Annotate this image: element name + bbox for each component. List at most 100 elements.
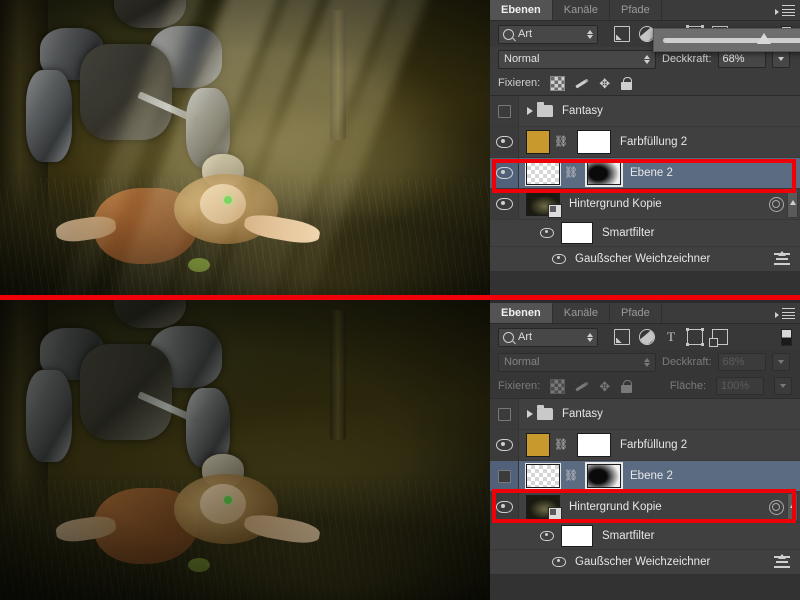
pixel-layer-filter-icon[interactable] bbox=[614, 329, 630, 345]
smart-filter-indicator-icon[interactable] bbox=[769, 196, 784, 212]
smart-filter-label: Smartfilter bbox=[602, 227, 655, 239]
filter-kind-select[interactable]: Art bbox=[498, 24, 598, 44]
smart-filter-indicator-icon[interactable] bbox=[769, 499, 784, 515]
shape-layer-filter-icon[interactable] bbox=[686, 328, 704, 346]
opacity-slider-popup[interactable] bbox=[653, 28, 800, 52]
layer-mask-thumbnail[interactable] bbox=[585, 159, 623, 187]
lock-label: Fixieren: bbox=[498, 380, 541, 392]
fill-label: Fläche: bbox=[669, 380, 706, 392]
type-layer-filter-icon[interactable]: T bbox=[664, 330, 678, 344]
adjustment-layer-filter-icon[interactable] bbox=[639, 329, 655, 345]
filter-toggle-switch[interactable] bbox=[781, 328, 792, 346]
fill-color-thumbnail[interactable] bbox=[526, 433, 550, 457]
eye-icon[interactable] bbox=[552, 254, 566, 264]
eye-icon[interactable] bbox=[540, 228, 554, 238]
eye-icon bbox=[495, 501, 513, 513]
lock-position-icon[interactable]: ✥ bbox=[598, 77, 611, 90]
eye-off-icon bbox=[497, 407, 511, 421]
layer-list-scrollbar[interactable] bbox=[787, 190, 798, 218]
tab-kanaele[interactable]: Kanäle bbox=[552, 303, 610, 323]
lock-transparent-pixels-icon[interactable] bbox=[550, 75, 566, 91]
tab-ebenen[interactable]: Ebenen bbox=[490, 0, 553, 20]
layer-row-farbfuellung-2[interactable]: ⛓ Farbfüllung 2 bbox=[490, 127, 800, 158]
lock-all-icon[interactable] bbox=[621, 76, 633, 90]
red-horizontal-divider bbox=[0, 295, 800, 300]
visibility-toggle-fantasy[interactable] bbox=[490, 96, 519, 126]
smart-filter-header-row[interactable]: Smartfilter bbox=[490, 523, 800, 550]
fill-color-thumbnail[interactable] bbox=[526, 130, 550, 154]
panel-menu-icon[interactable] bbox=[774, 0, 800, 20]
panel-tabbar-bottom: Ebenen Kanäle Pfade bbox=[490, 303, 800, 324]
layer-row-fantasy[interactable]: Fantasy bbox=[490, 96, 800, 127]
smart-filter-name: Gaußscher Weichzeichner bbox=[575, 556, 711, 568]
smart-object-badge-icon bbox=[548, 507, 562, 521]
link-mask-icon[interactable]: ⛓ bbox=[564, 167, 578, 179]
blend-mode-select[interactable]: Normal bbox=[498, 49, 656, 69]
panel-menu-icon[interactable] bbox=[774, 303, 800, 323]
visibility-toggle-farbfuellung-2[interactable] bbox=[490, 127, 519, 157]
layer-row-fantasy[interactable]: Fantasy bbox=[490, 399, 800, 430]
visibility-toggle-hintergrund-kopie[interactable] bbox=[490, 189, 519, 219]
smart-filter-mask-thumbnail[interactable] bbox=[561, 222, 593, 244]
layer-thumbnail[interactable] bbox=[526, 495, 562, 521]
smart-filter-gaussian-row[interactable]: Gaußscher Weichzeichner bbox=[490, 550, 800, 574]
layer-mask-thumbnail[interactable] bbox=[577, 433, 611, 457]
tab-ebenen[interactable]: Ebenen bbox=[490, 303, 553, 323]
smart-filter-mask-thumbnail[interactable] bbox=[561, 525, 593, 547]
layer-thumbnail[interactable] bbox=[525, 160, 561, 186]
opacity-value-field[interactable]: 68% bbox=[717, 50, 766, 68]
chevron-right-icon[interactable] bbox=[527, 410, 533, 418]
layer-row-ebene-2[interactable]: ⛓ Ebene 2 bbox=[490, 158, 800, 189]
smart-filter-header-row[interactable]: Smartfilter bbox=[490, 220, 800, 247]
tab-pfade[interactable]: Pfade bbox=[610, 303, 662, 323]
layer-row-hintergrund-kopie[interactable]: Hintergrund Kopie bbox=[490, 492, 800, 523]
filter-kind-select[interactable]: Art bbox=[498, 327, 598, 347]
tab-pfade[interactable]: Pfade bbox=[610, 0, 662, 20]
tab-kanaele[interactable]: Kanäle bbox=[552, 0, 610, 20]
opacity-label: Deckkraft: bbox=[662, 356, 712, 368]
visibility-toggle-ebene-2[interactable] bbox=[490, 158, 519, 188]
opacity-slider-track[interactable] bbox=[663, 32, 800, 44]
visibility-toggle-hintergrund-kopie[interactable] bbox=[490, 492, 519, 522]
layer-mask-thumbnail[interactable] bbox=[585, 462, 623, 490]
layer-row-hintergrund-kopie[interactable]: Hintergrund Kopie bbox=[490, 189, 800, 220]
pixel-layer-filter-icon[interactable] bbox=[614, 26, 630, 42]
opacity-dropdown-button[interactable] bbox=[771, 50, 790, 68]
layer-thumbnail[interactable] bbox=[525, 463, 561, 489]
eye-icon[interactable] bbox=[540, 531, 554, 541]
lock-image-pixels-icon bbox=[575, 380, 588, 393]
layer-list-scrollbar[interactable] bbox=[787, 493, 798, 521]
link-mask-icon[interactable]: ⛓ bbox=[554, 136, 568, 148]
eye-icon bbox=[495, 439, 513, 451]
blending-options-icon[interactable] bbox=[774, 251, 790, 265]
opacity-slider-thumb[interactable] bbox=[757, 32, 772, 44]
visibility-toggle-fantasy[interactable] bbox=[490, 399, 519, 429]
layer-mask-thumbnail[interactable] bbox=[577, 130, 611, 154]
folder-icon bbox=[537, 405, 553, 420]
layer-name: Hintergrund Kopie bbox=[569, 198, 662, 210]
link-mask-icon[interactable]: ⛓ bbox=[564, 470, 578, 482]
visibility-toggle-ebene-2[interactable] bbox=[490, 461, 519, 491]
visibility-toggle-farbfuellung-2[interactable] bbox=[490, 430, 519, 460]
layer-name: Fantasy bbox=[562, 105, 603, 117]
chevron-right-icon[interactable] bbox=[527, 107, 533, 115]
eye-icon[interactable] bbox=[552, 557, 566, 567]
blend-mode-select[interactable]: Normal bbox=[498, 352, 656, 372]
blend-opacity-row-bottom: Normal Deckkraft: 68% bbox=[490, 350, 800, 374]
blending-options-icon[interactable] bbox=[774, 554, 790, 568]
link-mask-icon[interactable]: ⛓ bbox=[554, 439, 568, 451]
lock-row-bottom: Fixieren: ✥ Fläche: 100% bbox=[490, 374, 800, 399]
vignette-overlay bbox=[0, 0, 490, 297]
canvas-image-top bbox=[0, 0, 490, 297]
smart-filter-name: Gaußscher Weichzeichner bbox=[575, 253, 711, 265]
layer-thumbnail[interactable] bbox=[526, 192, 562, 218]
smart-filter-gaussian-row[interactable]: Gaußscher Weichzeichner bbox=[490, 247, 800, 271]
smart-object-filter-icon[interactable] bbox=[709, 329, 728, 347]
filter-kind-label: Art bbox=[518, 28, 533, 40]
layer-row-ebene-2[interactable]: ⛓ Ebene 2 bbox=[490, 461, 800, 492]
lock-image-pixels-icon[interactable] bbox=[575, 77, 588, 90]
layer-row-farbfuellung-2[interactable]: ⛓ Farbfüllung 2 bbox=[490, 430, 800, 461]
chevron-updown-icon bbox=[587, 332, 593, 342]
chevron-updown-icon bbox=[644, 54, 650, 64]
tabbar-filler bbox=[661, 303, 774, 323]
